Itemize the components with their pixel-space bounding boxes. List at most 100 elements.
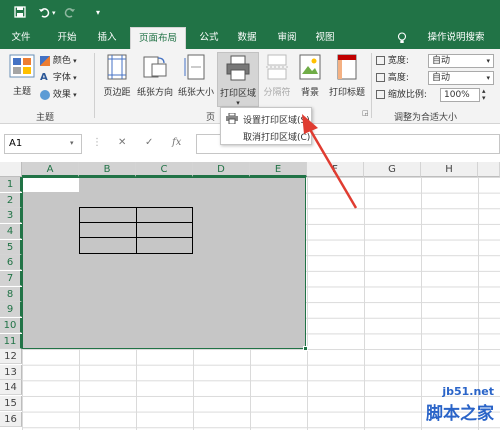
themes-icon [6,54,38,81]
name-box-dropdown-icon[interactable]: ▾ [70,139,74,147]
tell-me-search[interactable]: 操作说明搜索 [414,27,498,49]
tab-formulas[interactable]: 公式 [190,27,228,49]
print-area-label: 打印区域 [219,89,256,99]
tab-view[interactable]: 视图 [306,27,344,49]
row-header[interactable]: 10 [0,317,22,333]
colors-label: 颜色 [52,56,71,66]
worksheet-grid: A B C D E F G H 1 2 3 4 5 6 7 8 9 10 11 … [0,162,500,430]
row-header[interactable]: 16 [0,411,22,427]
row-header[interactable]: 6 [0,255,22,271]
size-icon [176,54,216,83]
row-header[interactable]: 1 [0,177,22,192]
customize-qat-icon[interactable]: ▾ [96,8,100,17]
effects-icon [40,89,50,100]
column-header[interactable]: A [22,162,79,177]
page-setup-group-label: 页 [206,113,216,123]
row-header[interactable]: 11 [0,333,22,349]
redo-icon[interactable] [64,6,76,21]
row-header[interactable]: 12 [0,349,22,365]
row-header[interactable]: 4 [0,223,22,239]
effects-button[interactable]: 效果 ▾ [40,88,77,102]
height-row: 高度: [376,71,409,85]
set-print-area-icon [226,112,238,127]
margins-label: 页边距 [103,88,131,98]
theme-group-label: 主题 [36,113,55,123]
column-header[interactable]: D [193,162,250,177]
row-header[interactable]: 2 [0,192,22,208]
themes-label: 主题 [12,87,31,97]
margins-button[interactable]: 页边距 [100,54,134,98]
row-header[interactable]: 13 [0,364,22,380]
annotation-arrow [302,114,358,209]
row-header[interactable]: 7 [0,270,22,286]
active-cell[interactable] [23,178,79,192]
size-label: 纸张大小 [177,88,214,98]
background-icon [295,54,325,83]
tab-data[interactable]: 数据 [228,27,266,49]
title-bar: ▾ ▾ [0,0,500,27]
column-header[interactable]: B [79,162,136,177]
column-header[interactable] [478,162,500,177]
row-header[interactable]: 15 [0,396,22,412]
fonts-button[interactable]: A 字体 ▾ [40,71,77,85]
scale-input[interactable]: 100% [440,88,480,102]
row-header[interactable]: 14 [0,380,22,396]
tab-file[interactable]: 文件 [2,27,40,49]
fill-handle[interactable] [303,346,308,351]
bordered-table [79,207,193,254]
fonts-label: 字体 [52,73,71,83]
colors-button[interactable]: 颜色 ▾ [40,54,77,68]
breaks-icon [261,54,293,83]
width-label: 宽度: [387,56,409,66]
save-icon[interactable] [14,6,26,21]
tab-insert[interactable]: 插入 [88,27,126,49]
height-select[interactable]: 自动 ▾ [428,71,494,85]
scale-icon [376,90,385,99]
tab-page-layout[interactable]: 页面布局 [130,27,186,49]
background-button[interactable]: 背景 [295,54,325,98]
width-row: 宽度: [376,54,409,68]
scale-group-label: 调整为合适大小 [394,113,458,123]
height-label: 高度: [387,73,409,83]
confirm-icon[interactable]: ✓ [145,137,153,148]
tab-home[interactable]: 开始 [48,27,86,49]
watermark: jb51.net 脚本之家 [426,385,494,424]
row-header[interactable]: 8 [0,286,22,302]
group-separator [94,53,95,118]
undo-dropdown-icon[interactable]: ▾ [52,9,56,17]
lightbulb-icon [395,27,409,49]
watermark-name: 脚本之家 [426,404,494,424]
width-select[interactable]: 自动 ▾ [428,54,494,68]
print-area-icon [218,55,258,84]
column-header[interactable]: H [421,162,478,177]
background-label: 背景 [300,88,319,98]
size-button[interactable]: 纸张大小 [176,54,216,98]
print-area-dropdown-icon: ▾ [236,99,240,107]
group-separator [371,53,372,118]
row-header[interactable]: 5 [0,239,22,255]
scale-spinner[interactable]: ▴ ▾ [482,88,486,102]
insert-function-icon[interactable]: fx [172,137,181,148]
row-header[interactable]: 9 [0,302,22,318]
select-all-corner[interactable] [0,162,22,177]
column-header[interactable]: C [136,162,193,177]
orientation-label: 纸张方向 [136,88,173,98]
column-header[interactable]: G [364,162,421,177]
orientation-button[interactable]: 纸张方向 [135,54,175,98]
cancel-icon[interactable]: ✕ [118,137,126,148]
print-titles-label: 打印标题 [328,88,365,98]
formula-bar-grip-icon: ⋮ [92,137,102,148]
scale-row: 缩放比例: [376,88,427,102]
row-header[interactable]: 3 [0,208,22,224]
scale-label: 缩放比例: [387,90,427,100]
tab-review[interactable]: 审阅 [268,27,306,49]
breaks-label: 分隔符 [263,88,291,98]
selected-range[interactable] [22,177,306,349]
breaks-button[interactable]: 分隔符 [261,54,293,98]
themes-button[interactable]: 主题 [6,54,38,97]
undo-icon[interactable] [38,6,50,21]
height-icon [376,73,385,82]
width-icon [376,56,385,65]
print-area-button[interactable]: 打印区域 ▾ [217,52,259,107]
print-titles-button[interactable]: 打印标题 [326,54,368,98]
